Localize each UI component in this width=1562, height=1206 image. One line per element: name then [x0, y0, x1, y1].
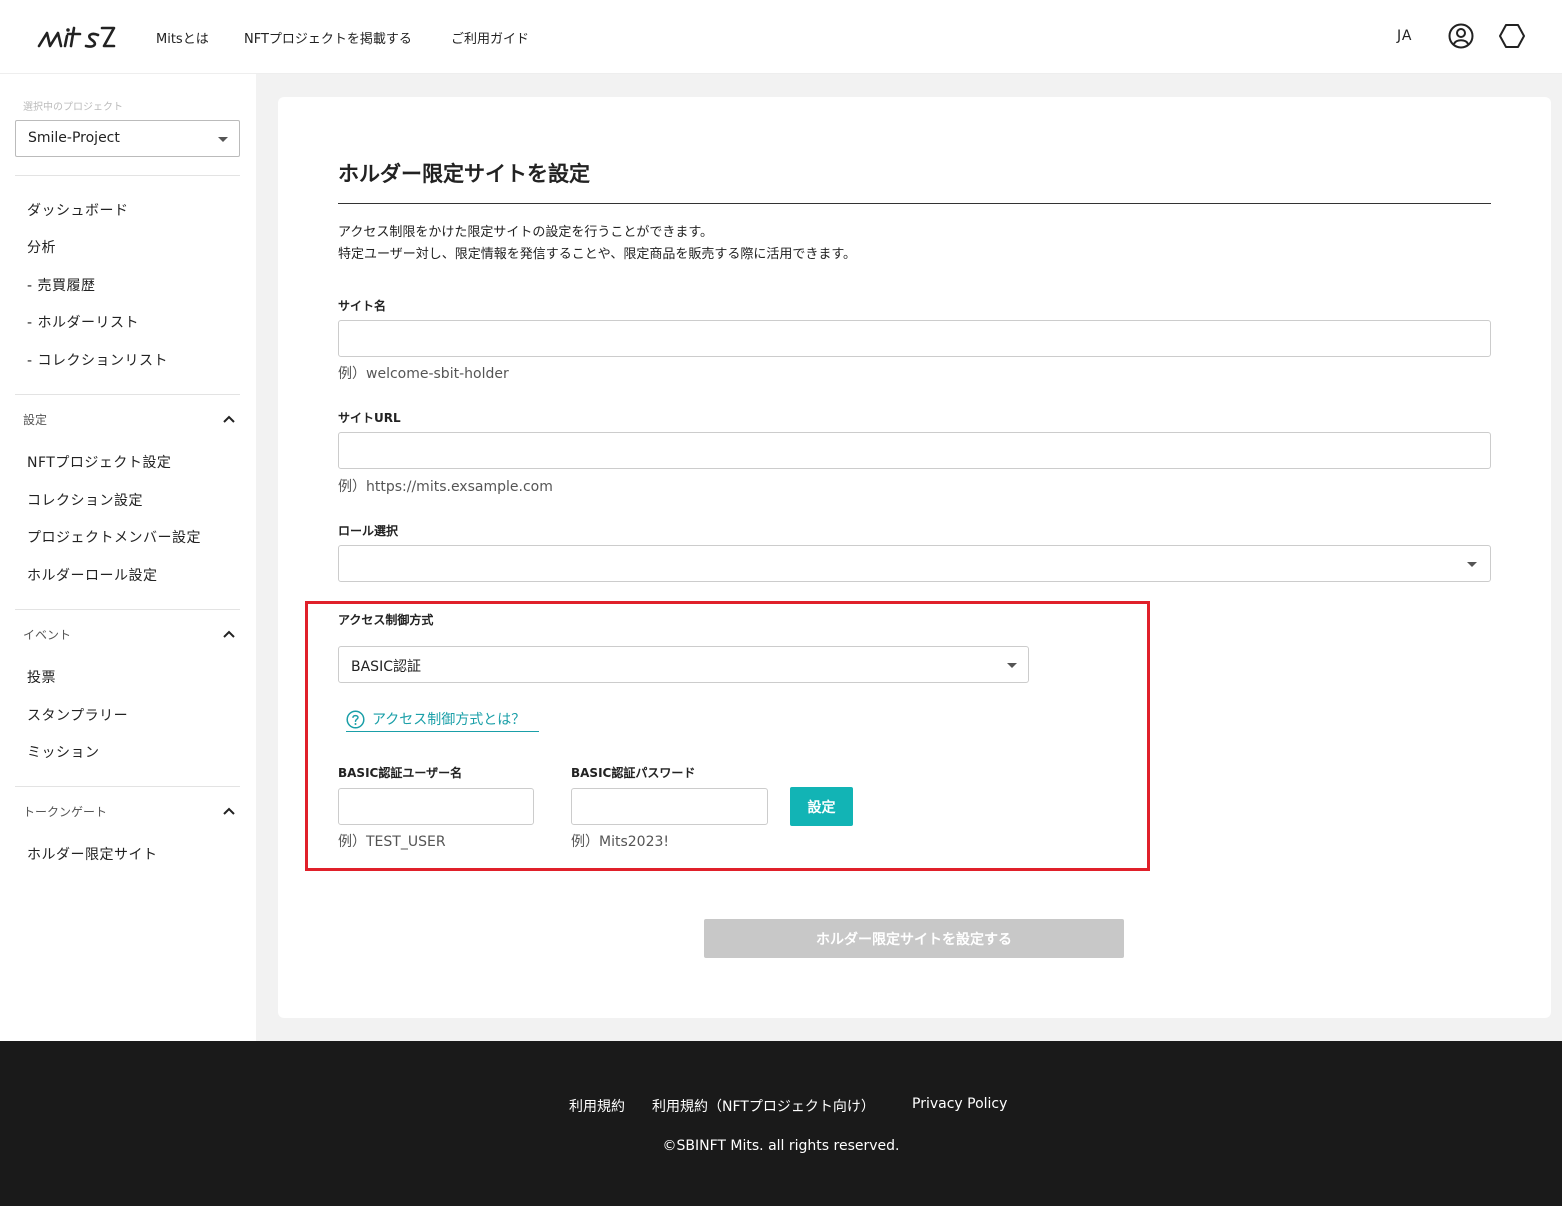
sidebar-item-dashboard[interactable]: ダッシュボード — [27, 200, 129, 220]
nav-about[interactable]: Mitsとは — [156, 28, 209, 47]
copyright: ©SBINFT Mits. all rights reserved. — [662, 1138, 900, 1154]
basic-user-hint: 例）TEST_USER — [338, 834, 446, 850]
selected-project-caption: 選択中のプロジェクト — [23, 102, 123, 113]
access-control-help-text: アクセス制御方式とは？ — [372, 712, 526, 728]
sidebar-divider — [15, 609, 240, 610]
top-header: mits Mitsとは NFTプロジェクトを掲載する ご利用ガイド JA — [0, 0, 1562, 74]
chevron-up-icon[interactable] — [223, 805, 235, 817]
title-divider — [338, 203, 1491, 204]
footer-link-privacy[interactable]: Privacy Policy — [912, 1096, 1007, 1112]
question-icon — [346, 710, 365, 729]
account-icon[interactable] — [1447, 22, 1475, 50]
sidebar-item-nft-project-settings[interactable]: NFTプロジェクト設定 — [27, 452, 171, 472]
language-switch[interactable]: JA — [1397, 28, 1412, 44]
sidebar-divider — [15, 175, 240, 176]
sidebar-item-holder-list[interactable]: - ホルダーリスト — [27, 312, 139, 332]
sidebar-section-settings[interactable]: 設定 — [23, 411, 47, 428]
sidebar-divider — [15, 394, 240, 395]
sidebar-divider — [15, 786, 240, 787]
nav-guide[interactable]: ご利用ガイド — [451, 28, 529, 47]
site-url-hint: 例）https://mits.exsample.com — [338, 479, 553, 495]
access-control-select[interactable]: BASIC認証 — [338, 646, 1029, 683]
sidebar-item-analytics[interactable]: 分析 — [27, 237, 56, 257]
site-name-hint: 例）welcome-sbit-holder — [338, 366, 509, 382]
role-select-label: ロール選択 — [338, 524, 399, 538]
footer-link-terms[interactable]: 利用規約 — [569, 1096, 625, 1116]
role-select[interactable] — [338, 545, 1491, 582]
chevron-down-icon — [1467, 562, 1477, 567]
basic-password-hint: 例）Mits2023! — [571, 834, 669, 850]
mits-logo[interactable]: mits — [36, 22, 116, 52]
page-title: ホルダー限定サイトを設定 — [338, 162, 590, 186]
logo-text: mits — [36, 22, 39, 23]
footer-link-terms-nft[interactable]: 利用規約（NFTプロジェクト向け） — [652, 1096, 875, 1116]
sidebar-item-mission[interactable]: ミッション — [27, 742, 100, 762]
site-name-input[interactable] — [338, 320, 1491, 357]
sidebar-section-token-gate[interactable]: トークンゲート — [23, 803, 107, 820]
wallet-hexagon-icon[interactable] — [1498, 22, 1526, 50]
sidebar-section-events[interactable]: イベント — [23, 626, 71, 643]
sidebar-item-collection-list[interactable]: - コレクションリスト — [27, 350, 168, 370]
sidebar-item-trade-history[interactable]: - 売買履歴 — [27, 275, 96, 295]
basic-user-input[interactable] — [338, 788, 534, 825]
access-control-label: アクセス制御方式 — [338, 613, 434, 627]
sidebar-item-vote[interactable]: 投票 — [27, 667, 56, 687]
basic-password-input[interactable] — [571, 788, 768, 825]
sidebar: 選択中のプロジェクト Smile-Project ダッシュボード 分析 - 売買… — [0, 74, 256, 1041]
basic-password-label: BASIC認証パスワード — [571, 766, 696, 780]
sidebar-item-member-settings[interactable]: プロジェクトメンバー設定 — [27, 527, 201, 547]
access-control-help-link[interactable]: アクセス制御方式とは？ — [346, 708, 539, 732]
nav-list-project[interactable]: NFTプロジェクトを掲載する — [244, 28, 412, 47]
chevron-up-icon[interactable] — [223, 413, 235, 425]
sidebar-item-holder-role-settings[interactable]: ホルダーロール設定 — [27, 565, 158, 585]
submit-holder-site-button[interactable]: ホルダー限定サイトを設定する — [704, 919, 1124, 958]
project-select[interactable]: Smile-Project — [15, 120, 240, 157]
basic-auth-set-button[interactable]: 設定 — [790, 787, 853, 826]
project-select-value: Smile-Project — [28, 130, 120, 146]
description-line-2: 特定ユーザー対し、限定情報を発信することや、限定商品を販売する際に活用できます。 — [338, 247, 857, 262]
basic-user-label: BASIC認証ユーザー名 — [338, 766, 463, 780]
sidebar-item-holder-site[interactable]: ホルダー限定サイト — [27, 844, 158, 864]
site-url-label: サイトURL — [338, 411, 401, 425]
description-line-1: アクセス制限をかけた限定サイトの設定を行うことができます。 — [338, 225, 714, 240]
chevron-up-icon[interactable] — [223, 628, 235, 640]
footer: 利用規約 利用規約（NFTプロジェクト向け） Privacy Policy ©S… — [0, 1041, 1562, 1206]
sidebar-item-stamp-rally[interactable]: スタンプラリー — [27, 705, 128, 725]
chevron-down-icon — [218, 137, 228, 142]
site-url-input[interactable] — [338, 432, 1491, 469]
sidebar-item-collection-settings[interactable]: コレクション設定 — [27, 490, 143, 510]
access-control-value: BASIC認証 — [351, 659, 421, 675]
site-name-label: サイト名 — [338, 299, 387, 313]
chevron-down-icon — [1007, 663, 1017, 668]
